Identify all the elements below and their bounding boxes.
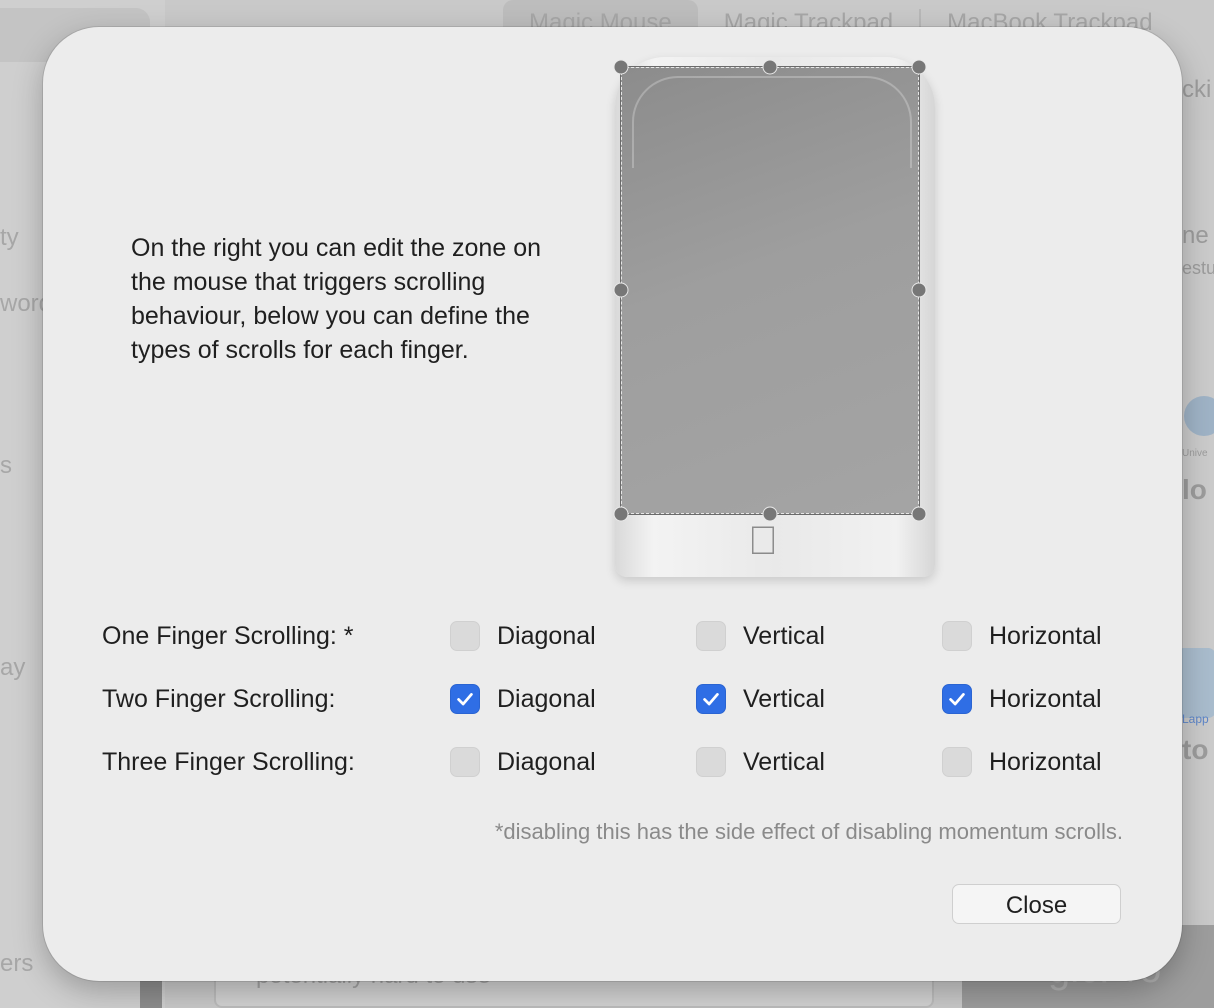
- resize-handle-top-right[interactable]: [911, 59, 927, 75]
- background-text: ne g: [1182, 222, 1214, 249]
- one-finger-row: One Finger Scrolling: * Diagonal Vertica…: [102, 617, 1162, 657]
- resize-handle-bottom[interactable]: [762, 506, 778, 522]
- background-right-panel: [1180, 140, 1214, 910]
- checkbox-label: Vertical: [743, 621, 825, 650]
- apple-logo-icon: : [743, 519, 783, 563]
- checkbox-label: Horizontal: [989, 747, 1102, 776]
- checkbox-label: Diagonal: [497, 747, 596, 776]
- checkbox-three-finger-horizontal[interactable]: Horizontal: [942, 743, 1102, 781]
- resize-handle-right[interactable]: [911, 282, 927, 298]
- background-text: to: [1182, 734, 1209, 765]
- mouse-edge-highlight: [632, 76, 912, 168]
- checkmark-icon: [457, 693, 473, 706]
- scroll-zone-rectangle[interactable]: [620, 66, 920, 515]
- checkbox[interactable]: [450, 747, 480, 777]
- background-sidebar-label: s: [0, 452, 12, 479]
- row-label: Three Finger Scrolling:: [102, 748, 355, 776]
- checkbox-label: Horizontal: [989, 684, 1102, 713]
- close-button[interactable]: Close: [952, 884, 1121, 924]
- background-text: estu: [1182, 258, 1214, 278]
- checkbox[interactable]: [942, 684, 972, 714]
- background-text: Unive: [1182, 448, 1208, 459]
- three-finger-row: Three Finger Scrolling: Diagonal Vertica…: [102, 743, 1162, 783]
- checkbox-one-finger-vertical[interactable]: Vertical: [696, 617, 825, 655]
- checkbox[interactable]: [450, 684, 480, 714]
- intro-text: On the right you can edit the zone on th…: [131, 234, 541, 364]
- background-text: cki: [1182, 76, 1212, 103]
- checkbox-three-finger-vertical[interactable]: Vertical: [696, 743, 825, 781]
- resize-handle-bottom-left[interactable]: [613, 506, 629, 522]
- checkmark-icon: [949, 693, 965, 706]
- resize-handle-left[interactable]: [613, 282, 629, 298]
- checkbox-one-finger-diagonal[interactable]: Diagonal: [450, 617, 596, 655]
- checkbox-label: Vertical: [743, 747, 825, 776]
- resize-handle-top-left[interactable]: [613, 59, 629, 75]
- momentum-footnote: *disabling this has the side effect of d…: [494, 819, 1123, 844]
- row-label: Two Finger Scrolling:: [102, 685, 336, 713]
- checkbox-two-finger-horizontal[interactable]: Horizontal: [942, 680, 1102, 718]
- checkbox-two-finger-vertical[interactable]: Vertical: [696, 680, 825, 718]
- background-sidebar-label: ers: [0, 950, 34, 977]
- resize-handle-top[interactable]: [762, 59, 778, 75]
- checkbox-one-finger-horizontal[interactable]: Horizontal: [942, 617, 1102, 655]
- background-sidebar-label: ay: [0, 654, 26, 681]
- row-label: One Finger Scrolling: *: [102, 622, 354, 650]
- checkbox-two-finger-diagonal[interactable]: Diagonal: [450, 680, 596, 718]
- checkmark-icon: [703, 693, 719, 706]
- checkbox[interactable]: [942, 747, 972, 777]
- two-finger-row: Two Finger Scrolling: Diagonal Vertical …: [102, 680, 1162, 720]
- checkbox[interactable]: [450, 621, 480, 651]
- checkbox-label: Diagonal: [497, 621, 596, 650]
- checkbox-three-finger-diagonal[interactable]: Diagonal: [450, 743, 596, 781]
- checkbox-label: Horizontal: [989, 621, 1102, 650]
- checkbox[interactable]: [696, 621, 726, 651]
- background-sidebar-label: ty: [0, 224, 19, 251]
- checkbox-label: Vertical: [743, 684, 825, 713]
- scroll-zone-sheet: On the right you can edit the zone on th…: [43, 27, 1182, 981]
- checkbox[interactable]: [696, 747, 726, 777]
- background-text: lo: [1182, 474, 1207, 505]
- checkbox[interactable]: [696, 684, 726, 714]
- checkbox[interactable]: [942, 621, 972, 651]
- background-text: Lapp: [1182, 712, 1209, 726]
- checkbox-label: Diagonal: [497, 684, 596, 713]
- resize-handle-bottom-right[interactable]: [911, 506, 927, 522]
